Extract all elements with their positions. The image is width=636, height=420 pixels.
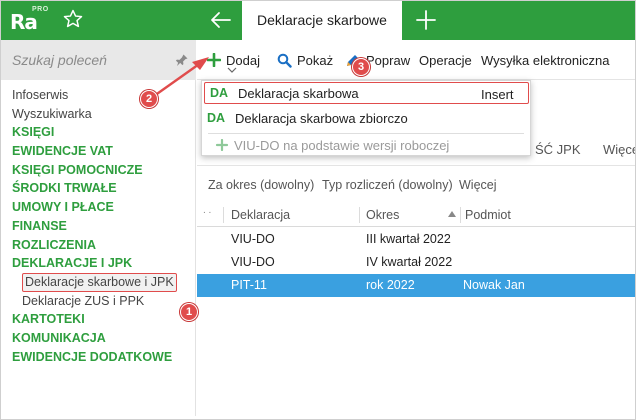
sidebar-item-label: ŚRODKI TRWAŁE — [12, 181, 117, 196]
column-separator — [460, 207, 461, 223]
sidebar-item-label: DEKLARACJE I JPK — [12, 256, 133, 271]
operations-button[interactable]: Operacje — [419, 40, 472, 80]
sidebar-section-rozliczenia[interactable]: ROZLICZENIA — [0, 236, 196, 255]
sidebar-section-deklaracje-i-jpk[interactable]: DEKLARACJE I JPK — [0, 254, 196, 273]
subtab-jpk[interactable]: ŚĆ JPK — [535, 142, 581, 157]
show-button[interactable]: Pokaż — [277, 40, 333, 80]
callout-badge-2: 2 — [140, 90, 158, 108]
tab-label: Deklaracje skarbowe — [257, 12, 387, 28]
sidebar-item-label: Infoserwis — [12, 88, 69, 102]
filter-settlement-type[interactable]: Typ rozliczeń (dowolny) — [322, 178, 453, 192]
menu-item-shortcut: Insert — [481, 87, 514, 102]
tab-deklaracje-skarbowe[interactable]: Deklaracje skarbowe — [242, 0, 402, 40]
sidebar-section-ewidencje-dodatkowe[interactable]: EWIDENCJE DODATKOWE — [0, 348, 196, 367]
column-header-declaration[interactable]: Deklaracja — [231, 208, 290, 222]
sidebar-section-kartoteki[interactable]: KARTOTEKI — [0, 310, 196, 329]
sidebar-section-ewidencje-vat[interactable]: EWIDENCJE VAT — [0, 142, 196, 161]
logo-badge: PRO — [32, 6, 49, 13]
callout-badge-3: 3 — [352, 58, 370, 76]
sidebar-item-label: EWIDENCJE VAT — [12, 144, 113, 159]
plus-icon — [215, 139, 229, 151]
cell-entity: Nowak Jan — [463, 278, 525, 292]
show-button-label: Pokaż — [297, 52, 334, 68]
sidebar-section-ksiegi[interactable]: KSIĘGI — [0, 123, 196, 142]
top-bar: Ra PRO Deklaracje skarbowe — [0, 0, 636, 40]
sidebar-item-label: KOMUNIKACJA — [12, 330, 106, 345]
sidebar-item-label: Wyszukiwarka — [12, 106, 92, 121]
grid-header: . . Deklaracja Okres Podmiot — [197, 203, 636, 227]
sidebar-section-umowy-i-place[interactable]: UMOWY I PŁACE — [0, 198, 196, 217]
sidebar-item-label: KSIĘGI — [12, 125, 55, 140]
add-dropdown-menu: DA Deklaracja skarbowa Insert DA Deklara… — [201, 80, 531, 156]
search-icon — [277, 53, 292, 68]
filter-period[interactable]: Za okres (dowolny) — [208, 178, 314, 192]
add-button-label: Dodaj — [226, 52, 260, 68]
menu-item-label: Deklaracja skarbowa — [238, 85, 359, 101]
sidebar-item-deklaracje-skarbowe-i-jpk[interactable]: Deklaracje skarbowe i JPK — [0, 272, 196, 292]
fix-button-label: Popraw — [366, 52, 411, 68]
electronic-sending-label: Wysyłka elektroniczna — [481, 52, 610, 68]
star-icon[interactable] — [62, 8, 84, 30]
column-separator — [223, 207, 224, 223]
declaration-type-badge: DA — [207, 111, 226, 125]
operations-button-label: Operacje — [419, 52, 472, 68]
cell-period: IV kwartał 2022 — [366, 255, 453, 269]
filters-bar: Za okres (dowolny) Typ rozliczeń (dowoln… — [197, 170, 636, 200]
cell-period: rok 2022 — [366, 278, 415, 292]
menu-item-tax-declaration-bulk[interactable]: DA Deklaracja skarbowa zbiorczo — [202, 106, 530, 130]
sidebar-item-label: Deklaracje skarbowe i JPK — [22, 272, 177, 292]
filter-more[interactable]: Więcej — [459, 178, 497, 192]
sidebar-section-komunikacja[interactable]: KOMUNIKACJA — [0, 329, 196, 348]
cell-declaration: PIT-11 — [231, 278, 267, 292]
sidebar-item-label: KARTOTEKI — [12, 312, 85, 327]
sidebar-section-ksiegi-pomocnicze[interactable]: KSIĘGI POMOCNICZE — [0, 161, 196, 180]
menu-item-label: Deklaracja skarbowa zbiorczo — [235, 110, 408, 126]
cell-declaration: VIU-DO — [231, 232, 275, 246]
sidebar-section-srodki-trwale[interactable]: ŚRODKI TRWAŁE — [0, 179, 196, 198]
sort-ascending-icon[interactable] — [448, 211, 456, 217]
main-toolbar: Dodaj Pokaż Popraw Operacje Wysyłka elek… — [197, 40, 636, 80]
cell-period: III kwartał 2022 — [366, 232, 451, 246]
sidebar-item-label: FINANSE — [12, 218, 67, 233]
callout-badge-1: 1 — [180, 303, 198, 321]
table-row-selected[interactable]: PIT-11 rok 2022 Nowak Jan — [197, 274, 636, 297]
menu-item-label: VIU-DO na podstawie wersji roboczej — [234, 137, 450, 153]
sidebar-item-label: UMOWY I PŁACE — [12, 200, 114, 215]
row-marker-header: . . — [203, 205, 212, 216]
column-header-period[interactable]: Okres — [366, 208, 399, 222]
back-arrow-icon[interactable] — [208, 8, 234, 32]
sidebar-section-finanse[interactable]: FINANSE — [0, 217, 196, 236]
sidebar-item-label: ROZLICZENIA — [12, 237, 97, 252]
cell-declaration: VIU-DO — [231, 255, 275, 269]
menu-item-tax-declaration[interactable]: DA Deklaracja skarbowa Insert — [204, 82, 529, 104]
menu-item-viu-do-from-draft: VIU-DO na podstawie wersji roboczej — [202, 133, 530, 157]
sidebar-item-label: KSIĘGI POMOCNICZE — [12, 162, 143, 177]
sidebar-item-deklaracje-zus-i-ppk[interactable]: Deklaracje ZUS i PPK — [0, 292, 196, 311]
subtab-more[interactable]: Więce — [603, 142, 636, 157]
new-tab-plus-icon[interactable] — [414, 8, 438, 32]
app-logo[interactable]: Ra PRO — [8, 4, 52, 36]
logo-text: Ra — [10, 10, 38, 34]
sidebar-item-label: Deklaracje ZUS i PPK — [22, 293, 145, 308]
column-header-entity[interactable]: Podmiot — [465, 208, 511, 222]
table-row[interactable]: VIU-DO IV kwartał 2022 — [197, 251, 636, 274]
column-separator — [359, 207, 360, 223]
grid-body: VIU-DO III kwartał 2022 VIU-DO IV kwarta… — [197, 228, 636, 297]
table-row[interactable]: VIU-DO III kwartał 2022 — [197, 228, 636, 251]
electronic-sending-button[interactable]: Wysyłka elektroniczna — [481, 40, 609, 80]
sidebar-item-label: EWIDENCJE DODATKOWE — [12, 349, 173, 364]
sidebar-nav: Infoserwis Wyszukiwarka KSIĘGI EWIDENCJE… — [0, 86, 196, 366]
